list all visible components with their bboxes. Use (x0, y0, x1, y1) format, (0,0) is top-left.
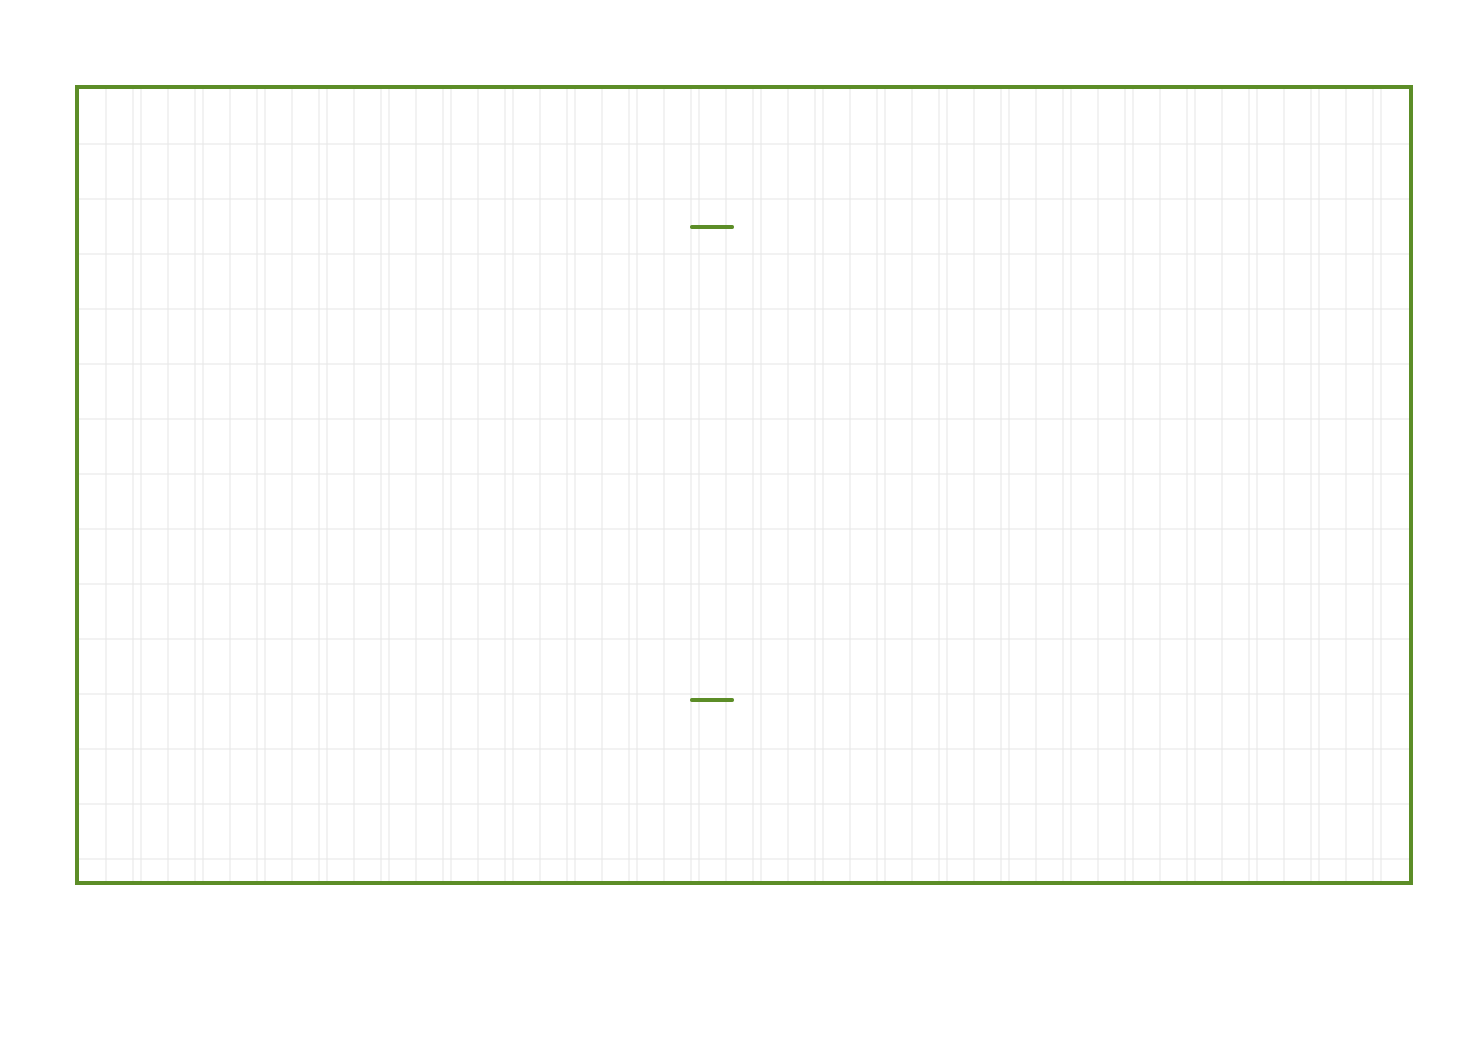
page (0, 0, 1482, 1047)
sheet-outer-border (75, 85, 1413, 885)
text-caret-bottom-serif (690, 698, 734, 702)
text-caret-top-serif (690, 225, 734, 229)
